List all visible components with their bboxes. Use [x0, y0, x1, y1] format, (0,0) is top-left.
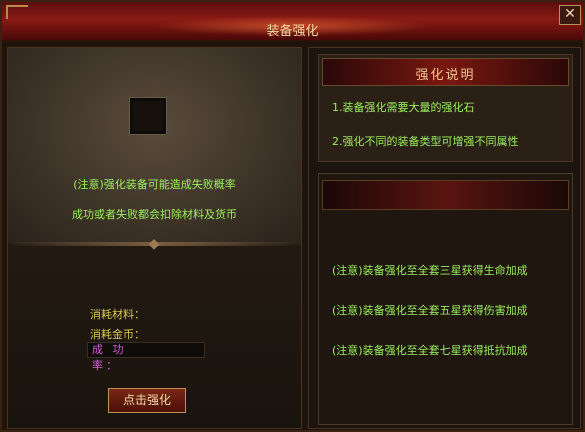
equipment-slot[interactable]	[129, 97, 167, 135]
bonus-box: (注意)装备强化至全套三星获得生命加成 (注意)装备强化至全套五星获得伤害加成 …	[318, 173, 573, 425]
cost-material-label: 消耗材料：	[90, 308, 145, 321]
enhance-window: 装备强化 ✕ ◆ (注意)强化装备可能造成失败概率 成功或者失败都会扣除材料及货…	[0, 0, 585, 432]
bonus-tip: (注意)装备强化至全套五星获得伤害加成	[332, 304, 528, 317]
divider-ornament-icon: ◆	[148, 236, 160, 252]
info-line: 2.强化不同的装备类型可增强不同属性	[332, 135, 519, 148]
bonus-tip: (注意)装备强化至全套三星获得生命加成	[332, 264, 528, 277]
close-button[interactable]: ✕	[559, 5, 581, 25]
description-title: 强化说明	[415, 68, 476, 83]
bonus-tip: (注意)装备强化至全套七星获得抵抗加成	[332, 344, 528, 357]
warning-note: (注意)强化装备可能造成失败概率	[73, 178, 236, 191]
description-box: 强化说明 1.装备强化需要大量的强化石 2.强化不同的装备类型可增强不同属性	[318, 54, 573, 162]
enhance-button[interactable]: 点击强化	[108, 388, 186, 413]
enhance-panel: ◆ (注意)强化装备可能造成失败概率 成功或者失败都会扣除材料及货币 消耗材料：…	[7, 47, 302, 429]
corner-ornament	[6, 5, 28, 19]
bonus-header	[322, 180, 569, 210]
description-panel: 强化说明 1.装备强化需要大量的强化石 2.强化不同的装备类型可增强不同属性 (…	[308, 47, 581, 429]
cost-gold-label: 消耗金币：	[90, 328, 145, 341]
info-line: 1.装备强化需要大量的强化石	[332, 101, 475, 114]
warning-note: 成功或者失败都会扣除材料及货币	[72, 208, 237, 221]
description-header: 强化说明	[322, 58, 569, 86]
window-title: 装备强化	[266, 24, 319, 39]
success-rate-label: 成 功 率：	[92, 343, 127, 372]
title-bar[interactable]: 装备强化 ✕	[2, 2, 583, 42]
